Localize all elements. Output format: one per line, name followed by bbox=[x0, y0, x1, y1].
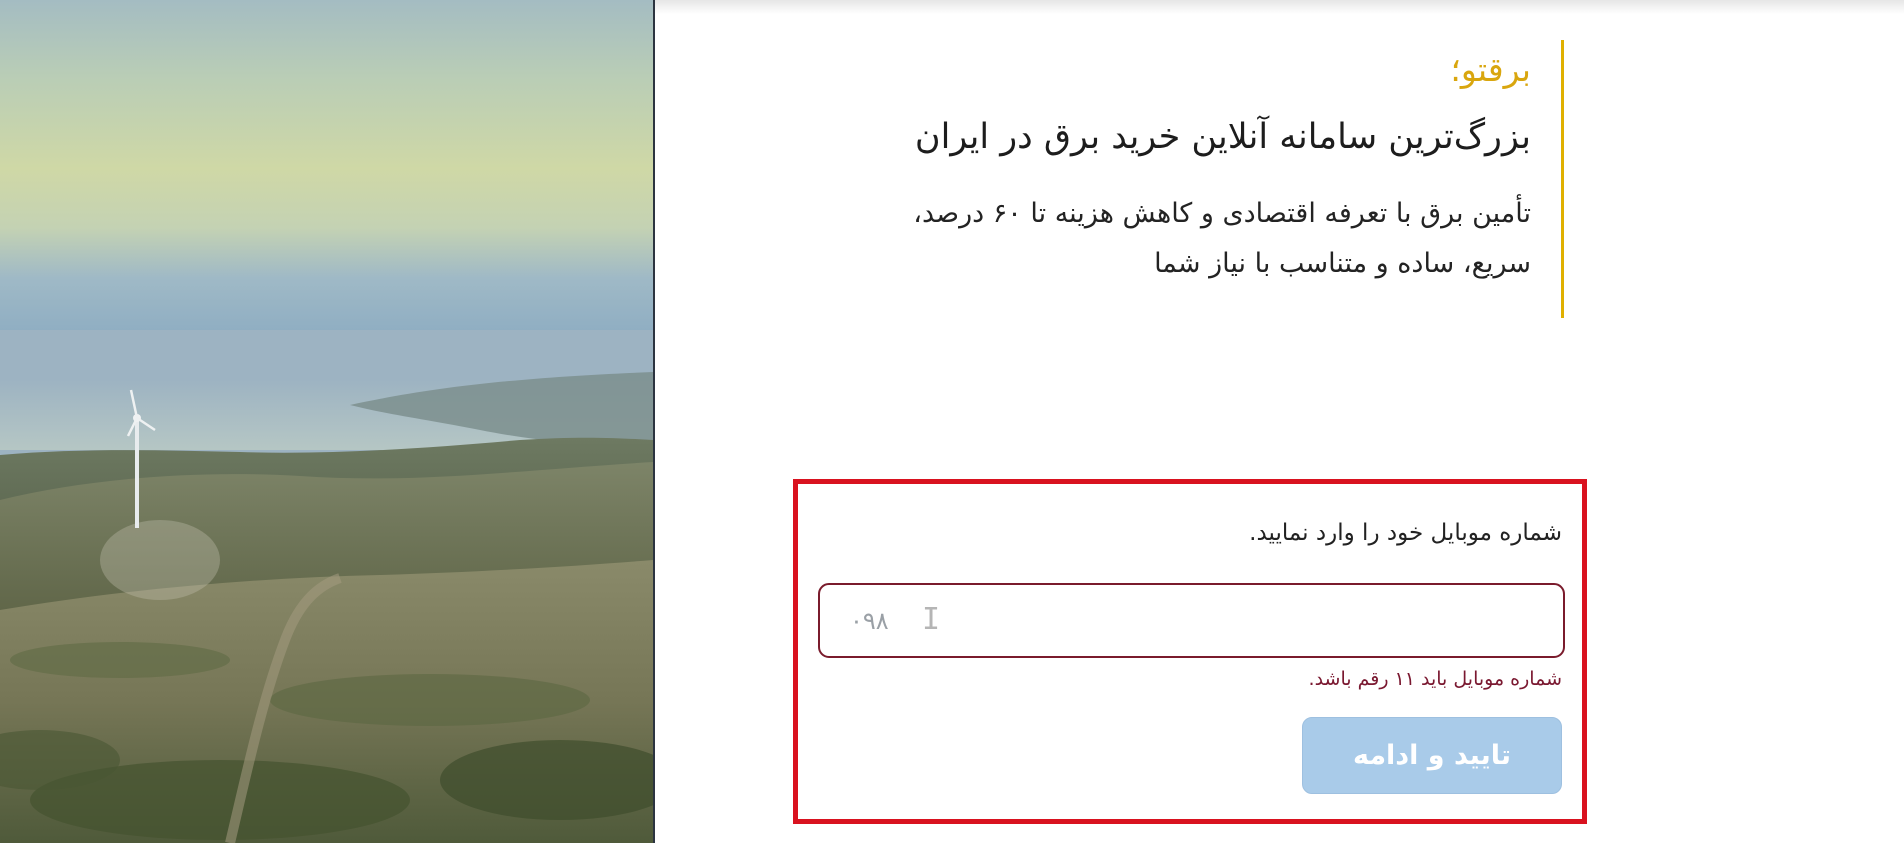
text-cursor-icon: I bbox=[922, 602, 941, 637]
login-page: برقتو؛ بزرگ‌ترین سامانه آنلاین خرید برق … bbox=[0, 0, 1904, 843]
phone-form-highlight: شماره موبایل خود را وارد نمایید. I شماره… bbox=[793, 479, 1587, 824]
confirm-continue-button[interactable]: تایید و ادامه bbox=[1302, 717, 1562, 794]
top-bar-shadow bbox=[655, 0, 1904, 14]
brand-name: برقتو؛ bbox=[1450, 50, 1531, 89]
description-line-2: سریع، ساده و متناسب با نیاز شما bbox=[1154, 248, 1531, 280]
description-line-1: تأمین برق با تعرفه اقتصادی و کاهش هزینه … bbox=[913, 198, 1531, 230]
hero-divider bbox=[653, 0, 655, 843]
phone-error-message: شماره موبایل باید ۱۱ رقم باشد. bbox=[1308, 668, 1562, 690]
page-headline: بزرگ‌ترین سامانه آنلاین خرید برق در ایرا… bbox=[914, 116, 1531, 157]
intro-block: برقتو؛ بزرگ‌ترین سامانه آنلاین خرید برق … bbox=[804, 40, 1564, 318]
landscape-illustration bbox=[0, 330, 653, 843]
hero-image bbox=[0, 0, 653, 843]
phone-field-label: شماره موبایل خود را وارد نمایید. bbox=[1249, 520, 1562, 546]
intro-description: تأمین برق با تعرفه اقتصادی و کاهش هزینه … bbox=[841, 189, 1531, 289]
